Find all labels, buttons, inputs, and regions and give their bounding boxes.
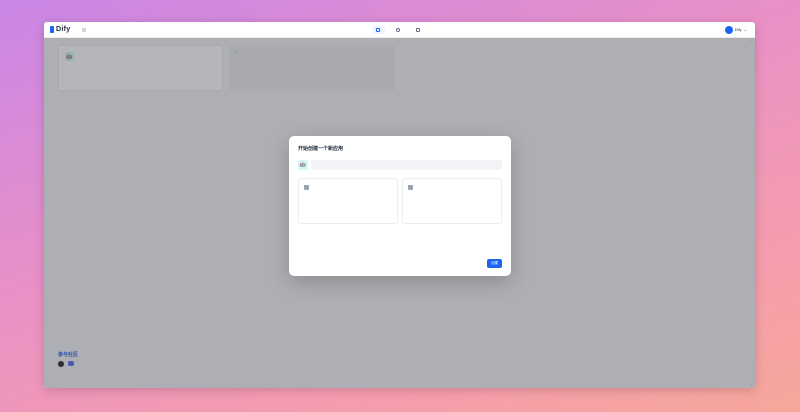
- workspace-icon: [82, 27, 87, 32]
- dify-logo[interactable]: Dify: [50, 26, 70, 33]
- app-name-input[interactable]: [311, 160, 502, 170]
- chat-icon: [304, 185, 309, 190]
- chevron-down-icon: ⌄: [743, 27, 747, 32]
- nav-datasets[interactable]: [413, 26, 425, 34]
- modal-title: 开始创建一个新应用: [298, 146, 344, 152]
- type-option-text[interactable]: [402, 178, 502, 224]
- scroll-up-icon[interactable]: ▲: [750, 39, 754, 43]
- create-app-modal: 开始创建一个新应用 🤖 创建: [289, 136, 511, 276]
- avatar: [724, 25, 733, 34]
- cancel-button[interactable]: [475, 262, 483, 266]
- workspace-selector[interactable]: [82, 27, 88, 32]
- logo-mark-icon: [50, 26, 54, 33]
- logo-text: Dify: [56, 26, 71, 33]
- nav-explore[interactable]: [393, 26, 405, 34]
- nav-studio[interactable]: [373, 25, 385, 34]
- grid-icon: [376, 27, 380, 32]
- compass-icon: [396, 27, 400, 32]
- main-nav: [373, 25, 425, 34]
- create-button[interactable]: 创建: [487, 259, 502, 268]
- type-option-chat[interactable]: [298, 178, 398, 224]
- app-window: Dify Dify ⌄ 🤖 + 参与社区 ▲ ▼ 开始创建一个新应用 🤖 创建: [44, 22, 755, 388]
- scroll-down-icon[interactable]: ▼: [750, 383, 754, 387]
- top-bar: Dify Dify ⌄: [44, 22, 755, 38]
- user-menu[interactable]: Dify ⌄: [724, 25, 747, 34]
- app-icon-picker[interactable]: 🤖: [298, 160, 308, 170]
- text-icon: [408, 185, 413, 190]
- book-icon: [416, 27, 420, 32]
- user-name: Dify: [734, 27, 742, 32]
